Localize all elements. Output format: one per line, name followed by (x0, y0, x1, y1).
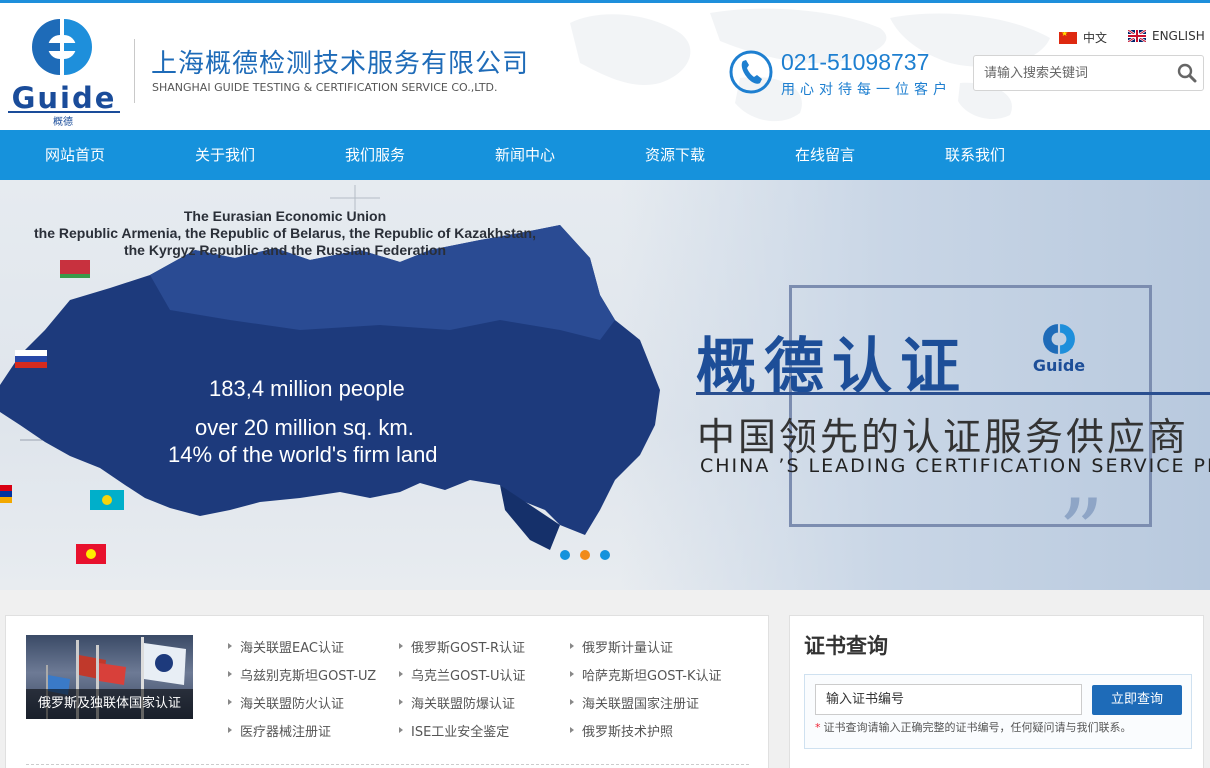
cert-link-medical[interactable]: 医疗器械注册证 (228, 720, 399, 740)
nav-item-message[interactable]: 在线留言 (750, 130, 900, 180)
query-form: 立即查询 *证书查询请输入正确完整的证书编号，任何疑问请与我们联系。 (804, 674, 1192, 749)
certification-links: 海关联盟EAC认证 俄罗斯GOST-R认证 俄罗斯计量认证 乌兹别克斯坦GOST… (228, 636, 741, 740)
cert-link-tech-passport[interactable]: 俄罗斯技术护照 (570, 720, 741, 740)
cert-link-gost-u[interactable]: 乌克兰GOST-U认证 (399, 664, 570, 684)
logo-word: Guide (8, 83, 120, 113)
lang-label-cn: 中文 (1083, 31, 1108, 45)
cert-link-state-registration[interactable]: 海关联盟国家注册证 (570, 692, 741, 712)
banner-logo: Guide (1026, 322, 1092, 382)
query-submit-button[interactable]: 立即查询 (1092, 685, 1182, 715)
slider-dot-3[interactable] (600, 550, 610, 560)
logo-sub-text: 概德 (53, 117, 73, 128)
nav-item-home[interactable]: 网站首页 (0, 130, 150, 180)
cert-link-metrology[interactable]: 俄罗斯计量认证 (570, 636, 741, 656)
slider-dots (560, 550, 610, 560)
cert-link-gost-uz[interactable]: 乌兹别克斯坦GOST-UZ (228, 664, 399, 684)
stat-area: over 20 million sq. km. (195, 415, 414, 440)
lang-switch-english[interactable]: ENGLISH (1128, 29, 1205, 43)
main-nav: 网站首页 关于我们 我们服务 新闻中心 资源下载 在线留言 联系我们 (0, 130, 1210, 180)
quote-mark: ” (1058, 480, 1105, 585)
site-header: Guide 概德 上海概德检测技术服务有限公司 SHANGHAI GUIDE T… (0, 3, 1210, 130)
hero-banner: The Eurasian Economic Union the Republic… (0, 180, 1210, 590)
slogan-underline (696, 392, 1210, 395)
certification-panel: 俄罗斯及独联体国家认证 海关联盟EAC认证 俄罗斯GOST-R认证 俄罗斯计量认… (5, 615, 769, 768)
phone-slogan: 用心对待每一位客户 (781, 82, 952, 98)
stat-population: 183,4 million people (209, 376, 405, 401)
cert-link-ise[interactable]: ISE工业安全鉴定 (399, 720, 570, 740)
site-logo[interactable]: Guide 概德 (6, 13, 120, 128)
company-name-en: SHANGHAI GUIDE TESTING & CERTIFICATION S… (152, 81, 498, 94)
nav-item-contact[interactable]: 联系我们 (900, 130, 1050, 180)
eeu-caption-line-3: the Kyrgyz Republic and the Russian Fede… (123, 242, 447, 258)
search-box (973, 55, 1204, 91)
certification-thumbnail[interactable]: 俄罗斯及独联体国家认证 (26, 635, 193, 719)
lang-switch-chinese[interactable]: 中文 (1059, 29, 1107, 46)
query-tip-text: 证书查询请输入正确完整的证书编号，任何疑问请与我们联系。 (823, 721, 1132, 734)
lang-label-en: ENGLISH (1152, 29, 1205, 43)
cert-link-fire[interactable]: 海关联盟防火认证 (228, 692, 399, 712)
cert-link-gost-r[interactable]: 俄罗斯GOST-R认证 (399, 636, 570, 656)
uk-flag-icon (1128, 30, 1146, 42)
eeu-caption: The Eurasian Economic Union the Republic… (0, 208, 570, 259)
cert-link-eac[interactable]: 海关联盟EAC认证 (228, 636, 399, 656)
content-section: 俄罗斯及独联体国家认证 海关联盟EAC认证 俄罗斯GOST-R认证 俄罗斯计量认… (0, 590, 1210, 768)
slider-dot-1[interactable] (560, 550, 570, 560)
banner-subtitle-en: CHINA ’S LEADING CERTIFICATION SERVICE P… (700, 455, 1210, 477)
company-name-cn: 上海概德检测技术服务有限公司 (151, 49, 530, 79)
eeu-caption-line-1: The Eurasian Economic Union (183, 208, 387, 224)
banner-subtitle-cn: 中国领先的认证服务供应商 (697, 415, 1190, 459)
phone-icon (729, 50, 773, 94)
banner-logo-word: Guide (1032, 356, 1086, 375)
nav-item-services[interactable]: 我们服务 (300, 130, 450, 180)
slider-dot-2[interactable] (580, 550, 590, 560)
gd-logo-mark-icon (1043, 324, 1075, 354)
required-mark: * (815, 721, 821, 734)
eeu-caption-line-2: the Republic Armenia, the Republic of Be… (33, 225, 536, 241)
stat-land-share: 14% of the world's firm land (168, 442, 438, 467)
search-icon[interactable] (1177, 63, 1197, 83)
cert-link-gost-k[interactable]: 哈萨克斯坦GOST-K认证 (570, 664, 741, 684)
certificate-query-panel: 证书查询 立即查询 *证书查询请输入正确完整的证书编号，任何疑问请与我们联系。 (789, 615, 1204, 768)
query-title: 证书查询 (804, 634, 888, 658)
nav-item-news[interactable]: 新闻中心 (450, 130, 600, 180)
cert-link-explosion[interactable]: 海关联盟防爆认证 (399, 692, 570, 712)
panel-divider (26, 764, 749, 765)
search-input[interactable] (974, 56, 1164, 90)
china-flag-icon (1059, 31, 1077, 44)
phone-number: 021-51098737 (781, 49, 930, 75)
nav-item-about[interactable]: 关于我们 (150, 130, 300, 180)
gd-logo-mark-icon (32, 19, 92, 75)
nav-item-downloads[interactable]: 资源下载 (600, 130, 750, 180)
thumbnail-caption: 俄罗斯及独联体国家认证 (26, 689, 193, 719)
query-tip: * 证书查询请输入正确完整的证书编号，任何疑问请与我们联系。 (815, 719, 1132, 735)
certificate-number-input[interactable] (815, 684, 1082, 715)
logo-divider (134, 39, 135, 103)
